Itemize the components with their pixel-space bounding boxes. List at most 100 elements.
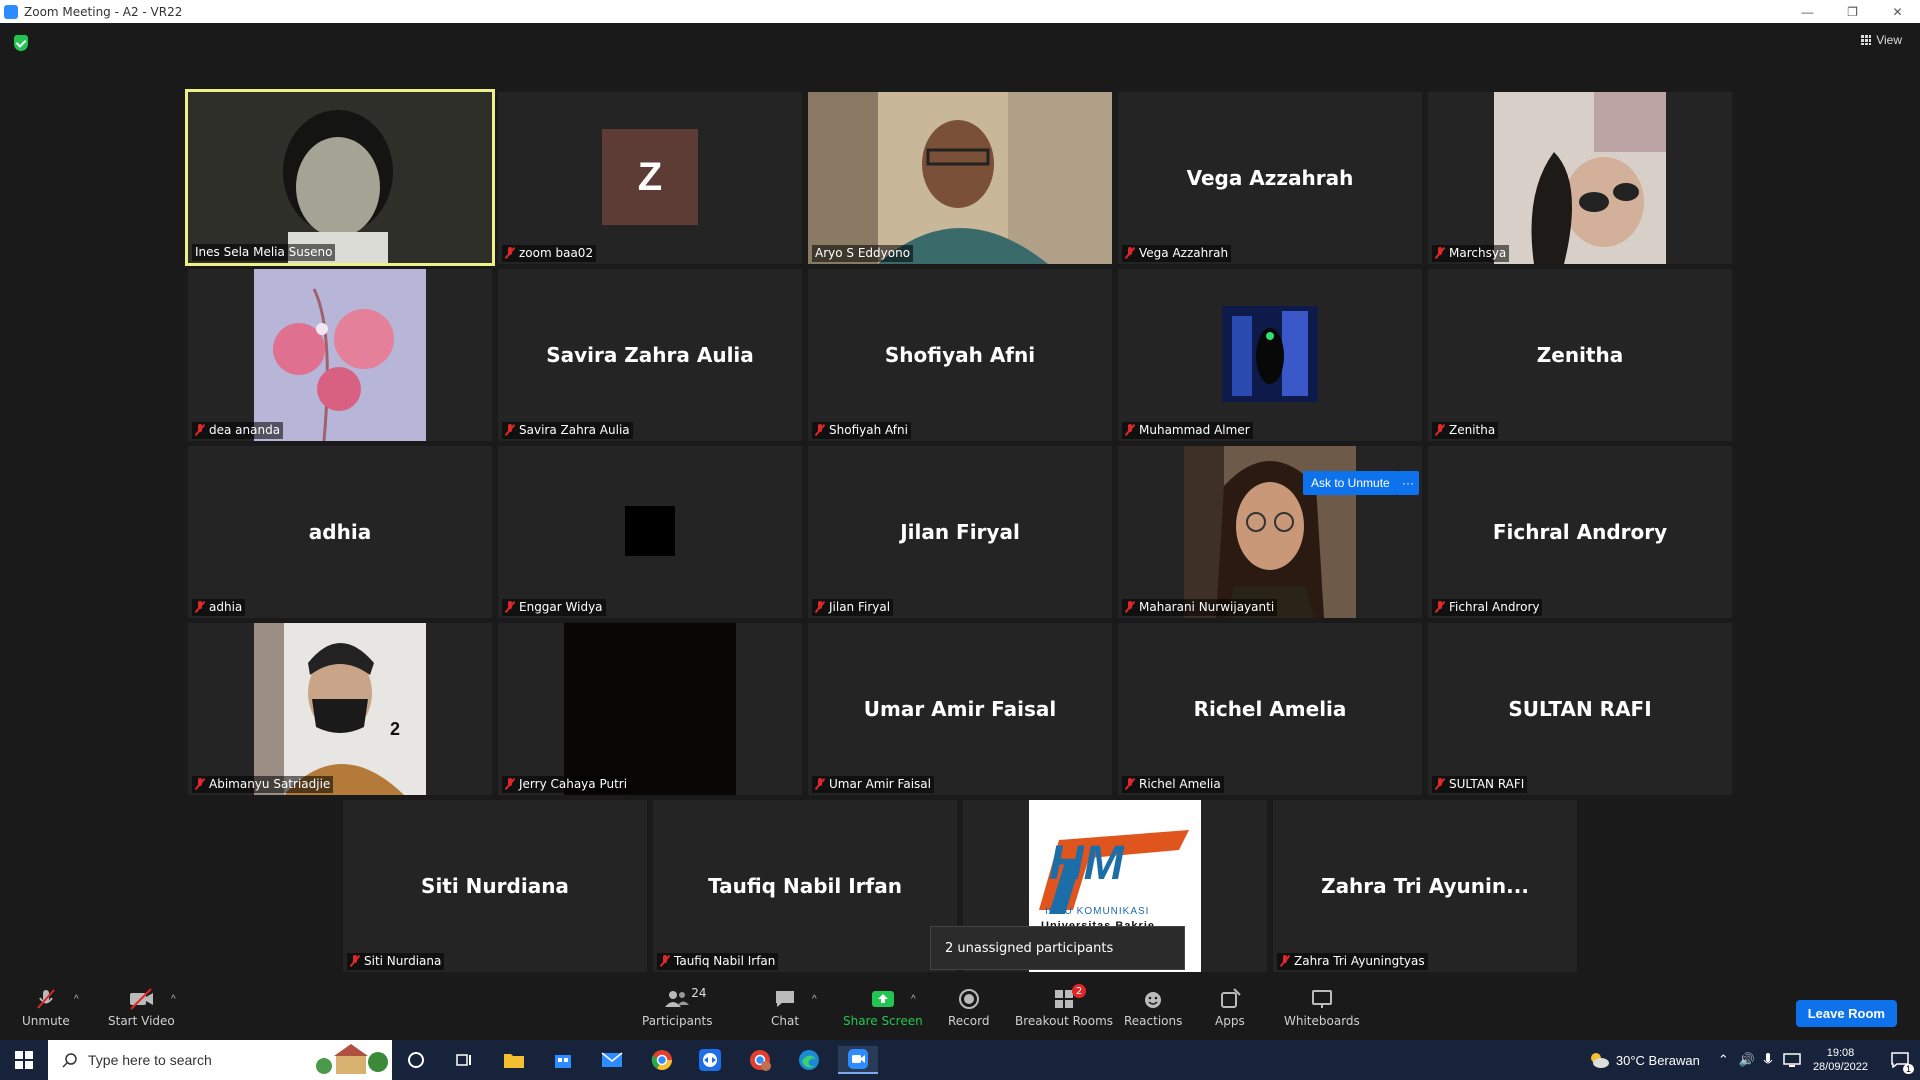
avatar: Z bbox=[602, 129, 698, 225]
participant-name-label: Enggar Widya bbox=[502, 599, 606, 616]
participant-name-label: Zahra Tri Ayuningtyas bbox=[1277, 953, 1428, 970]
participant-name: Taufiq Nabil Irfan bbox=[674, 954, 776, 968]
muted-mic-icon bbox=[350, 955, 360, 967]
chat-options-caret[interactable]: ^ bbox=[812, 994, 817, 1005]
network-icon[interactable] bbox=[1783, 1052, 1801, 1068]
video-tile[interactable]: Taufiq Nabil Irfan Taufiq Nabil Irfan bbox=[653, 800, 957, 972]
video-off-icon bbox=[127, 986, 155, 1012]
apps-button[interactable]: Apps bbox=[1215, 986, 1245, 1028]
video-tile[interactable]: Jerry Cahaya Putri bbox=[498, 623, 802, 795]
store-icon bbox=[555, 1055, 571, 1068]
notification-center-button[interactable]: 1 bbox=[1880, 1040, 1920, 1080]
leave-room-button[interactable]: Leave Room bbox=[1795, 1000, 1897, 1027]
taskbar-chrome[interactable] bbox=[642, 1046, 682, 1074]
breakout-rooms-button[interactable]: 2 Breakout Rooms bbox=[1015, 984, 1113, 1028]
chat-button[interactable]: Chat bbox=[771, 986, 799, 1028]
show-hidden-icons-icon[interactable]: ⌃ bbox=[1718, 1052, 1729, 1068]
taskbar-clock[interactable]: 19:08 28/09/2022 bbox=[1813, 1046, 1868, 1074]
video-tile[interactable]: Muhammad Almer bbox=[1118, 269, 1422, 441]
participant-display-name: Fichral Androry bbox=[1492, 520, 1668, 544]
video-tile[interactable]: Umar Amir Faisal Umar Amir Faisal bbox=[808, 623, 1112, 795]
participant-display-name: Siti Nurdiana bbox=[421, 874, 569, 898]
ask-to-unmute-button[interactable]: Ask to Unmute bbox=[1303, 471, 1398, 495]
muted-mic-icon bbox=[505, 601, 515, 613]
participants-label: Participants bbox=[642, 1014, 713, 1028]
video-tile[interactable]: Fichral Androry Fichral Androry bbox=[1428, 446, 1732, 618]
video-tile[interactable]: dea ananda bbox=[188, 269, 492, 441]
video-tile[interactable]: Abimanyu Satriadjie 2 bbox=[188, 623, 492, 795]
participant-name: Zenitha bbox=[1449, 423, 1496, 437]
video-tile[interactable]: Aryo S Eddyono bbox=[808, 92, 1112, 264]
audio-options-caret[interactable]: ^ bbox=[74, 994, 79, 1005]
participant-display-name: Zenitha bbox=[1536, 343, 1624, 367]
video-tile[interactable]: Richel Amelia Richel Amelia bbox=[1118, 623, 1422, 795]
participant-display-name: Zahra Tri Ayunin... bbox=[1321, 874, 1529, 898]
apps-icon bbox=[1218, 986, 1242, 1012]
whiteboards-button[interactable]: Whiteboards bbox=[1284, 986, 1360, 1028]
unmute-button[interactable]: Unmute bbox=[22, 986, 70, 1028]
video-tile[interactable]: Z zoom baa02 bbox=[498, 92, 802, 264]
video-tile[interactable]: Jilan Firyal Jilan Firyal bbox=[808, 446, 1112, 618]
taskbar-file-explorer[interactable] bbox=[494, 1046, 534, 1074]
close-button[interactable]: ✕ bbox=[1875, 0, 1920, 23]
task-view-button[interactable] bbox=[396, 1046, 436, 1074]
taskbar-edge[interactable] bbox=[789, 1046, 829, 1074]
share-screen-button[interactable]: Share Screen bbox=[843, 986, 923, 1028]
weather-text[interactable]: 30°C Berawan bbox=[1616, 1053, 1700, 1068]
video-tile[interactable]: Zahra Tri Ayunin... Zahra Tri Ayuningtya… bbox=[1273, 800, 1577, 972]
volume-icon[interactable]: 🔊 bbox=[1739, 1052, 1755, 1068]
windows-start-button[interactable] bbox=[0, 1040, 48, 1080]
task-view-toggle[interactable] bbox=[444, 1046, 484, 1074]
participant-name: Shofiyah Afni bbox=[829, 423, 908, 437]
reactions-button[interactable]: Reactions bbox=[1124, 986, 1182, 1028]
participant-name: Zahra Tri Ayuningtyas bbox=[1294, 954, 1425, 968]
muted-mic-icon bbox=[195, 424, 205, 436]
restore-button[interactable]: ❐ bbox=[1830, 0, 1875, 23]
taskbar-zoom[interactable] bbox=[838, 1046, 878, 1074]
edge-icon bbox=[799, 1050, 819, 1070]
muted-mic-icon bbox=[1435, 601, 1445, 613]
security-shield-icon[interactable] bbox=[14, 35, 28, 51]
video-tile[interactable]: SULTAN RAFI SULTAN RAFI bbox=[1428, 623, 1732, 795]
video-tile[interactable]: Savira Zahra Aulia Savira Zahra Aulia bbox=[498, 269, 802, 441]
muted-mic-icon bbox=[1125, 247, 1135, 259]
logo-line1: ILMU KOMUNIKASI bbox=[1045, 906, 1150, 917]
participant-name-label: adhia bbox=[192, 599, 246, 616]
taskbar-store[interactable] bbox=[543, 1046, 583, 1074]
participant-name: Enggar Widya bbox=[519, 600, 603, 614]
grid-view-icon bbox=[1861, 35, 1872, 45]
video-options-caret[interactable]: ^ bbox=[171, 994, 176, 1005]
taskbar-chrome-profile[interactable] bbox=[740, 1046, 780, 1074]
video-tile[interactable]: Marchsya bbox=[1428, 92, 1732, 264]
muted-mic-icon bbox=[1435, 778, 1445, 790]
video-tile[interactable]: Ines Sela Melia Suseno bbox=[185, 89, 495, 266]
view-button[interactable]: View bbox=[1861, 33, 1902, 47]
video-tile[interactable]: adhia adhia bbox=[188, 446, 492, 618]
participants-button[interactable]: 24 Participants bbox=[642, 986, 713, 1028]
muted-mic-icon bbox=[815, 424, 825, 436]
microphone-icon[interactable] bbox=[1763, 1052, 1773, 1068]
muted-mic-icon bbox=[815, 601, 825, 613]
muted-mic-icon bbox=[815, 778, 825, 790]
video-tile[interactable]: Vega Azzahrah Vega Azzahrah bbox=[1118, 92, 1422, 264]
minimize-button[interactable]: — bbox=[1785, 0, 1830, 23]
taskbar-teamviewer[interactable] bbox=[690, 1046, 730, 1074]
chat-label: Chat bbox=[771, 1014, 800, 1028]
more-options-button[interactable]: ··· bbox=[1397, 471, 1419, 495]
participant-name-label: Vega Azzahrah bbox=[1122, 245, 1232, 262]
participant-name: Richel Amelia bbox=[1139, 777, 1221, 791]
video-tile[interactable]: Shofiyah Afni Shofiyah Afni bbox=[808, 269, 1112, 441]
muted-mic-icon bbox=[1125, 778, 1135, 790]
record-button[interactable]: Record bbox=[948, 986, 989, 1028]
video-tile[interactable]: Enggar Widya bbox=[498, 446, 802, 618]
taskbar-search-input[interactable]: Type here to search bbox=[48, 1040, 392, 1080]
folder-icon bbox=[504, 1054, 524, 1068]
reactions-icon bbox=[1141, 986, 1165, 1012]
video-tile[interactable]: Zenitha Zenitha bbox=[1428, 269, 1732, 441]
apps-label: Apps bbox=[1215, 1014, 1245, 1028]
participant-name-label: Savira Zahra Aulia bbox=[502, 422, 633, 439]
taskbar-mail[interactable] bbox=[592, 1046, 632, 1074]
start-video-button[interactable]: Start Video bbox=[108, 986, 175, 1028]
video-tile[interactable]: Siti Nurdiana Siti Nurdiana bbox=[343, 800, 647, 972]
share-options-caret[interactable]: ^ bbox=[911, 994, 916, 1005]
